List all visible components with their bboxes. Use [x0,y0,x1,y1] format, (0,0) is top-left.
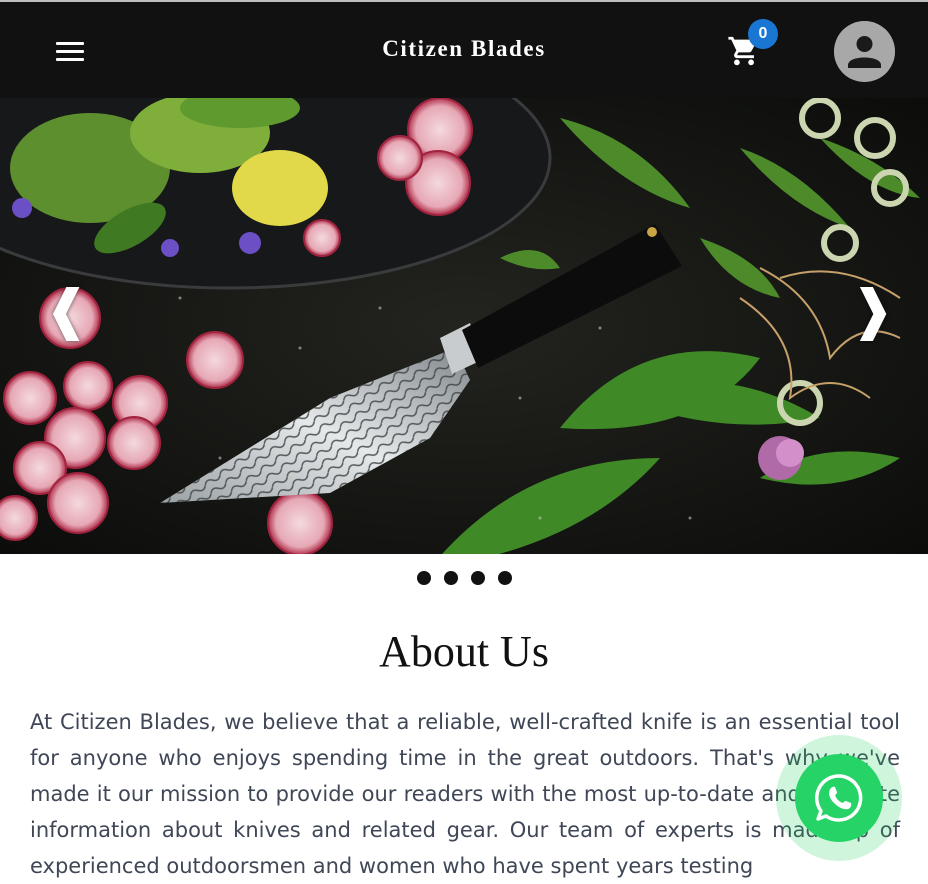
cart-count-badge: 0 [748,19,778,49]
carousel-dot[interactable] [443,571,458,585]
account-avatar[interactable] [834,21,895,82]
whatsapp-chat-button[interactable] [795,754,883,842]
carousel-dot[interactable] [470,571,485,585]
hero-image [0,98,928,554]
carousel-next-arrow-icon[interactable]: ❱ [850,280,895,340]
hero-carousel[interactable]: ❰ ❱ [0,98,928,554]
carousel-dot[interactable] [416,571,431,585]
account-person-icon [834,21,895,82]
about-paragraph: At Citizen Blades, we believe that a rel… [30,710,900,878]
carousel-indicators [0,571,928,585]
brand-title[interactable]: Citizen Blades [0,36,928,62]
top-app-bar: Citizen Blades 0 [0,0,928,98]
about-heading: About Us [379,627,549,676]
carousel-dot[interactable] [497,571,512,585]
carousel-prev-arrow-icon[interactable]: ❰ [44,280,89,340]
whatsapp-icon [815,774,863,822]
